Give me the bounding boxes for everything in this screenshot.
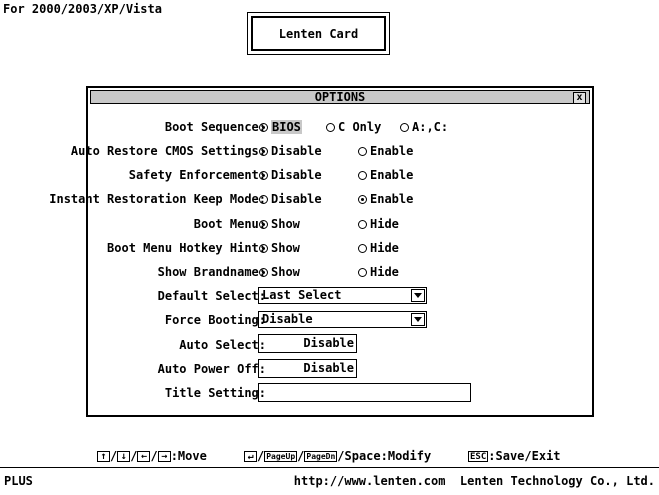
- option-label: Enable: [370, 168, 414, 182]
- radio-empty-icon: [259, 194, 268, 204]
- move-hint: :Move: [170, 449, 207, 463]
- default-select-label: Default Select:: [157, 289, 266, 303]
- radio-empty-icon: [400, 122, 409, 132]
- radio-selected-icon: [259, 243, 268, 253]
- product-title: Lenten Card: [251, 16, 386, 51]
- brandname-hide-radio[interactable]: Hide: [358, 265, 399, 279]
- radio-empty-icon: [358, 170, 367, 180]
- enter-key-icon: ↵: [244, 451, 257, 462]
- boot-seq-ac-label: A:,C:: [412, 120, 449, 134]
- option-label: Disable: [271, 168, 322, 182]
- boot-sequence-label: Boot Sequence:: [164, 120, 266, 134]
- option-label: Show: [271, 217, 300, 231]
- boot-seq-ac-radio[interactable]: A:,C:: [400, 120, 448, 134]
- radio-empty-icon: [326, 122, 335, 132]
- instant-restore-enable-radio[interactable]: Enable: [358, 192, 413, 206]
- radio-selected-icon: [259, 267, 268, 277]
- auto-restore-label: Auto Restore CMOS Settings:: [70, 144, 266, 158]
- option-label: Enable: [370, 144, 414, 158]
- radio-empty-icon: [358, 267, 367, 277]
- brandname-show-radio[interactable]: Show: [259, 265, 300, 279]
- safety-enable-radio[interactable]: Enable: [358, 168, 413, 182]
- radio-selected-icon: [259, 170, 268, 180]
- modify-hint: /Space:Modify: [337, 449, 432, 463]
- boot-seq-bios-radio[interactable]: BIOS: [259, 120, 302, 134]
- hotkey-hint-show-radio[interactable]: Show: [259, 241, 300, 255]
- auto-power-off-label: Auto Power Off:: [157, 362, 266, 376]
- company-info: http://www.lenten.com Lenten Technology …: [293, 474, 655, 488]
- radio-selected-icon: [358, 194, 367, 204]
- title-setting-label: Title Setting:: [164, 386, 266, 400]
- arrow-right-icon: →: [157, 451, 171, 462]
- esc-key: ESC: [468, 451, 489, 462]
- options-dialog: OPTIONS x Boot Sequence: BIOS C Only A:,…: [49, 86, 594, 417]
- auto-restore-enable-radio[interactable]: Enable: [358, 144, 413, 158]
- dialog-titlebar: OPTIONS x: [90, 90, 590, 104]
- arrow-left-icon: ←: [137, 451, 151, 462]
- boot-menu-label: Boot Menu:: [193, 217, 266, 231]
- default-select-dropdown[interactable]: Last Select: [258, 287, 427, 304]
- option-label: Show: [271, 265, 300, 279]
- instant-restore-disable-radio[interactable]: Disable: [259, 192, 322, 206]
- radio-selected-icon: [259, 122, 268, 132]
- status-divider: [0, 467, 659, 468]
- force-booting-dropdown[interactable]: Disable: [258, 311, 427, 328]
- force-booting-value: Disable: [262, 312, 313, 326]
- edition-label: PLUS: [4, 474, 33, 488]
- option-label: Disable: [271, 144, 322, 158]
- os-support-text: For 2000/2003/XP/Vista: [3, 2, 162, 16]
- radio-empty-icon: [358, 243, 367, 253]
- dialog-title: OPTIONS: [314, 90, 366, 104]
- boot-seq-bios-label: BIOS: [271, 120, 302, 134]
- radio-empty-icon: [358, 219, 367, 229]
- auto-power-off-field[interactable]: Disable: [258, 359, 357, 378]
- radio-empty-icon: [358, 146, 367, 156]
- hotkey-hint-label: Boot Menu Hotkey Hint:: [107, 241, 266, 255]
- close-button[interactable]: x: [573, 92, 586, 104]
- boot-seq-conly-radio[interactable]: C Only: [326, 120, 381, 134]
- title-setting-input[interactable]: [258, 383, 471, 402]
- auto-restore-disable-radio[interactable]: Disable: [259, 144, 322, 158]
- hotkey-hint-hide-radio[interactable]: Hide: [358, 241, 399, 255]
- safety-disable-radio[interactable]: Disable: [259, 168, 322, 182]
- option-label: Enable: [370, 192, 414, 206]
- radio-selected-icon: [259, 219, 268, 229]
- pagedown-key: PageDn: [304, 451, 338, 462]
- auto-select-field[interactable]: Disable: [258, 334, 357, 353]
- instant-restore-label: Instant Restoration Keep Mode:: [49, 192, 266, 206]
- product-title-box: Lenten Card: [247, 12, 390, 55]
- option-label: Hide: [370, 241, 399, 255]
- option-label: Disable: [271, 192, 322, 206]
- boot-seq-conly-label: C Only: [338, 120, 382, 134]
- chevron-down-icon[interactable]: [411, 289, 425, 302]
- pageup-key: PageUp: [264, 451, 298, 462]
- force-booting-label: Force Booting:: [164, 313, 266, 327]
- arrow-up-icon: ↑: [97, 451, 110, 462]
- option-label: Show: [271, 241, 300, 255]
- radio-selected-icon: [259, 146, 268, 156]
- option-label: Hide: [370, 265, 399, 279]
- save-exit-hint: :Save/Exit: [488, 449, 561, 463]
- boot-menu-show-radio[interactable]: Show: [259, 217, 300, 231]
- arrow-down-icon: ↓: [117, 451, 131, 462]
- auto-select-label: Auto Select:: [179, 338, 266, 352]
- option-label: Hide: [370, 217, 399, 231]
- default-select-value: Last Select: [262, 288, 342, 302]
- chevron-down-icon[interactable]: [411, 313, 425, 326]
- brandname-label: Show Brandname:: [157, 265, 266, 279]
- boot-menu-hide-radio[interactable]: Hide: [358, 217, 399, 231]
- safety-label: Safety Enforcement:: [128, 168, 266, 182]
